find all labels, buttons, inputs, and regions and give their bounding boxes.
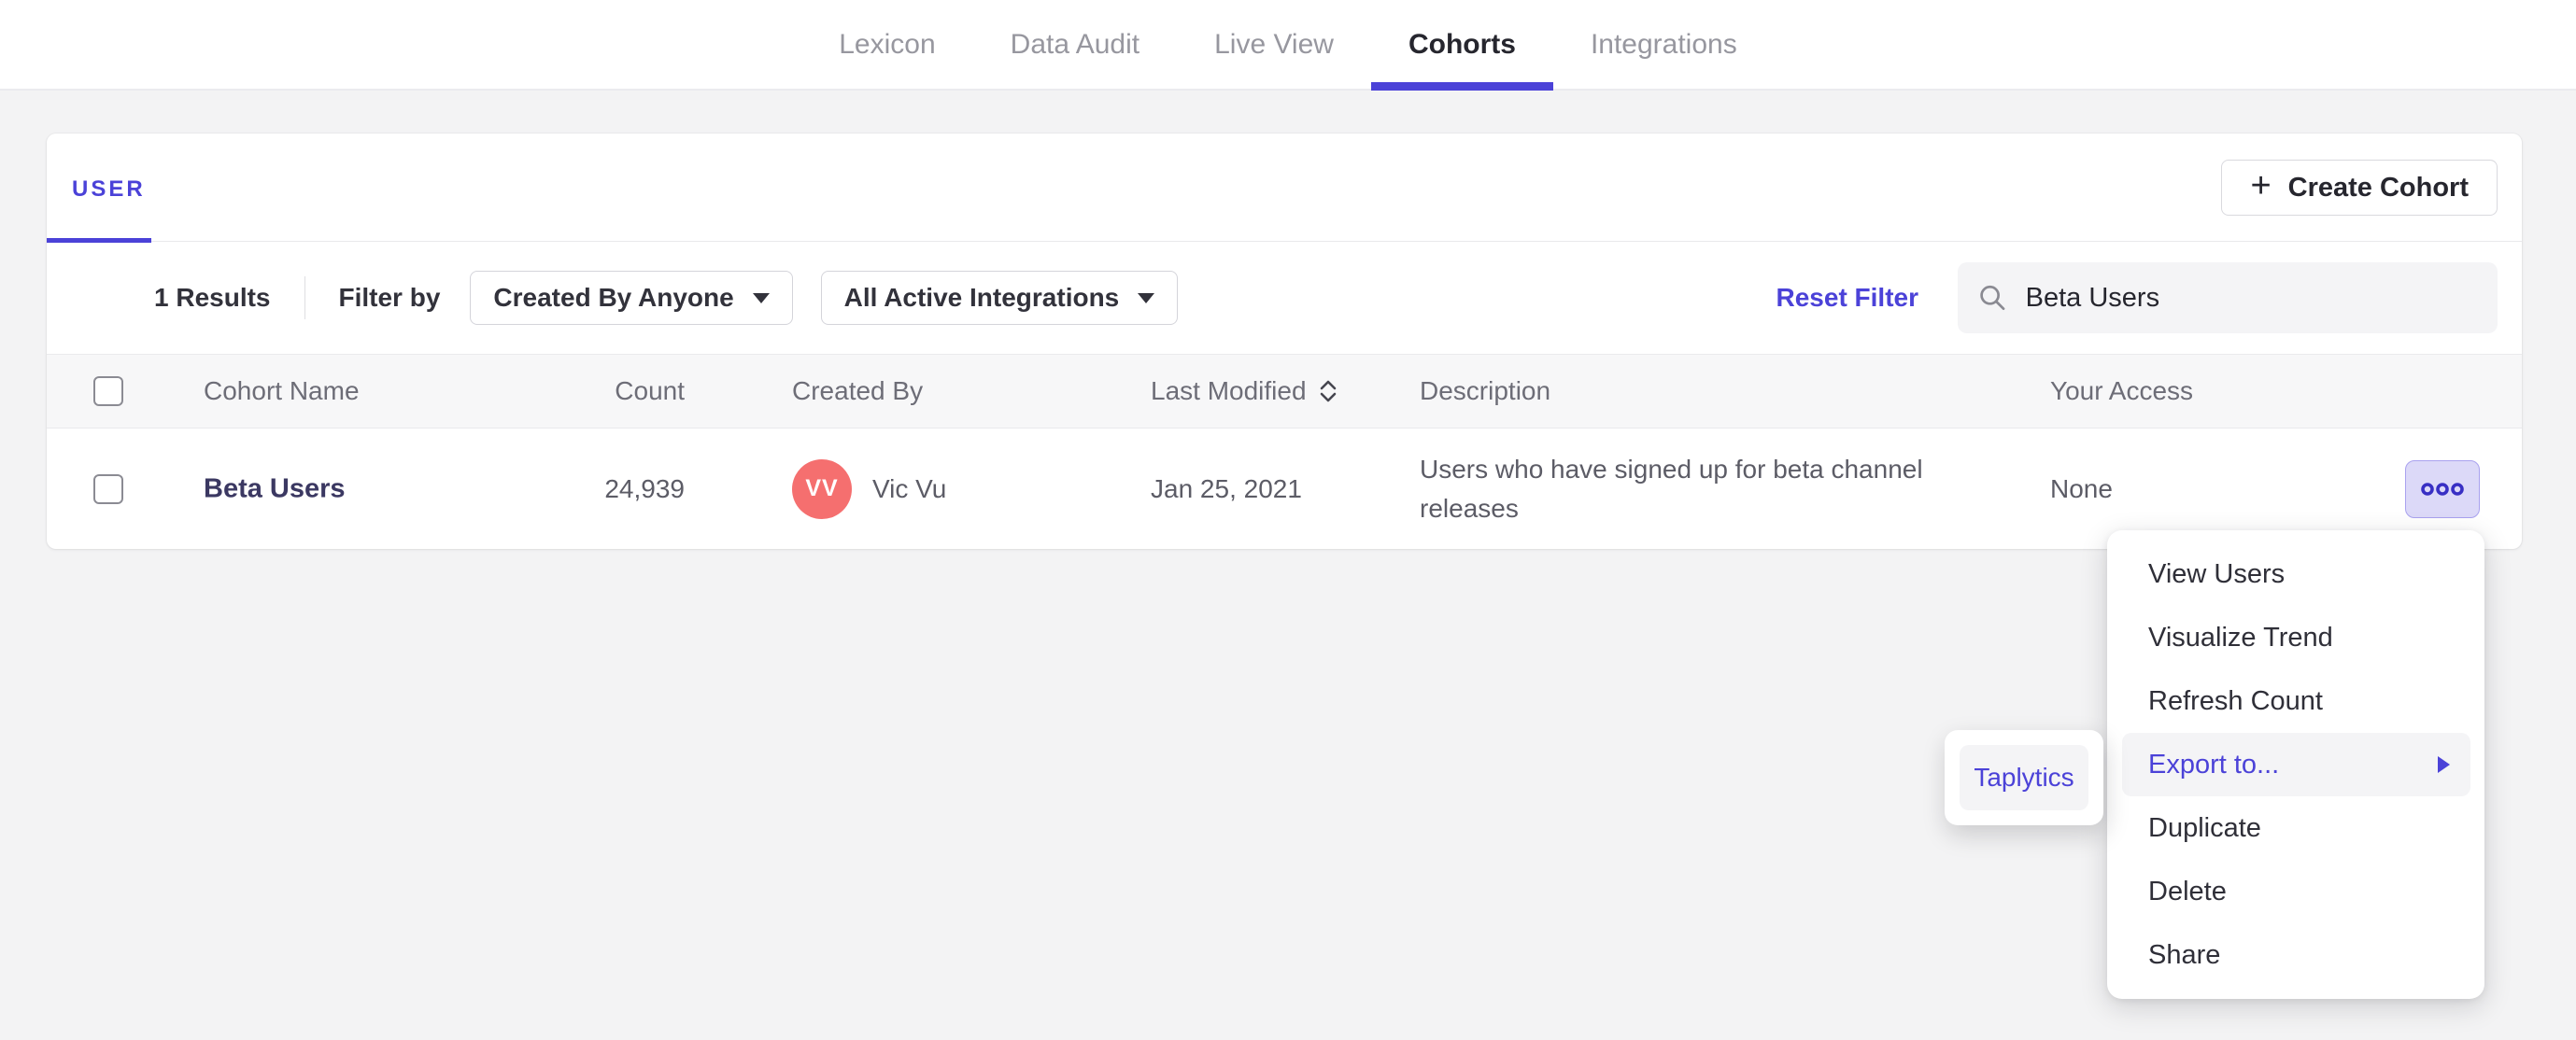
sort-icon[interactable] xyxy=(1318,379,1338,403)
submenu-item-taplytics[interactable]: Taplytics xyxy=(1960,745,2088,810)
ellipsis-icon xyxy=(2421,482,2464,496)
search-box[interactable] xyxy=(1958,262,2498,333)
menu-item-share[interactable]: Share xyxy=(2107,923,2484,987)
cohort-name-link[interactable]: Beta Users xyxy=(204,473,346,504)
reset-filter-link[interactable]: Reset Filter xyxy=(1776,283,1919,313)
cohorts-card: USER + Create Cohort 1 Results Filter by… xyxy=(47,134,2522,549)
created-by-dropdown[interactable]: Created By Anyone xyxy=(470,271,793,325)
avatar: VV xyxy=(792,458,852,519)
integrations-dropdown[interactable]: All Active Integrations xyxy=(820,271,1179,325)
menu-item-export-to[interactable]: Export to... xyxy=(2122,733,2470,796)
col-last-modified[interactable]: Last Modified xyxy=(1151,376,1338,406)
submenu-arrow-icon xyxy=(2438,756,2450,773)
row-checkbox[interactable] xyxy=(93,473,123,504)
results-count: 1 Results xyxy=(154,283,271,312)
nav-tab-lexicon[interactable]: Lexicon xyxy=(801,0,972,89)
last-modified-date: Jan 25, 2021 xyxy=(1151,473,1302,503)
top-nav: Lexicon Data Audit Live View Cohorts Int… xyxy=(0,0,2576,91)
menu-item-view-users[interactable]: View Users xyxy=(2107,542,2484,606)
chevron-down-icon xyxy=(1138,292,1155,303)
table-header: Cohort Name Count Created By Last Modifi… xyxy=(47,354,2522,429)
plus-icon: + xyxy=(2250,166,2272,205)
col-last-modified-label: Last Modified xyxy=(1151,376,1307,405)
nav-tab-live-view[interactable]: Live View xyxy=(1177,0,1371,89)
chevron-down-icon xyxy=(752,292,770,303)
tab-user[interactable]: USER xyxy=(72,176,146,203)
select-all-checkbox[interactable] xyxy=(93,376,123,406)
card-header: USER + Create Cohort xyxy=(47,134,2522,243)
nav-tab-cohorts[interactable]: Cohorts xyxy=(1370,0,1553,91)
filter-by-label: Filter by xyxy=(338,283,441,312)
export-submenu: Taplytics xyxy=(1945,730,2103,825)
divider xyxy=(304,276,305,319)
nav-tab-integrations[interactable]: Integrations xyxy=(1553,0,1775,89)
menu-item-visualize-trend[interactable]: Visualize Trend xyxy=(2107,606,2484,669)
search-icon xyxy=(1980,285,2005,311)
search-input[interactable] xyxy=(2023,281,2477,315)
row-actions-button[interactable] xyxy=(2405,459,2480,518)
menu-item-refresh-count[interactable]: Refresh Count xyxy=(2107,669,2484,733)
cohorts-page: Lexicon Data Audit Live View Cohorts Int… xyxy=(0,0,2576,1040)
cohort-count: 24,939 xyxy=(604,473,685,503)
menu-item-delete[interactable]: Delete xyxy=(2107,860,2484,923)
filter-bar: 1 Results Filter by Created By Anyone Al… xyxy=(47,242,2522,354)
integrations-dropdown-label: All Active Integrations xyxy=(843,283,1120,312)
create-cohort-label: Create Cohort xyxy=(2287,172,2469,203)
creator-name: Vic Vu xyxy=(872,473,947,503)
col-description: Description xyxy=(1420,376,1551,405)
create-cohort-button[interactable]: + Create Cohort xyxy=(2221,160,2498,216)
access-value: None xyxy=(2050,473,2113,503)
col-your-access: Your Access xyxy=(2050,376,2194,405)
nav-tab-data-audit[interactable]: Data Audit xyxy=(973,0,1177,89)
created-by-dropdown-label: Created By Anyone xyxy=(493,283,734,312)
col-cohort-name: Cohort Name xyxy=(204,376,360,405)
cohort-description: Users who have signed up for beta channe… xyxy=(1420,454,1923,523)
menu-item-duplicate[interactable]: Duplicate xyxy=(2107,796,2484,860)
menu-item-export-to-label: Export to... xyxy=(2148,749,2280,780)
row-actions-menu: View Users Visualize Trend Refresh Count… xyxy=(2107,530,2484,999)
col-count: Count xyxy=(615,376,685,405)
col-created-by: Created By xyxy=(792,376,924,405)
